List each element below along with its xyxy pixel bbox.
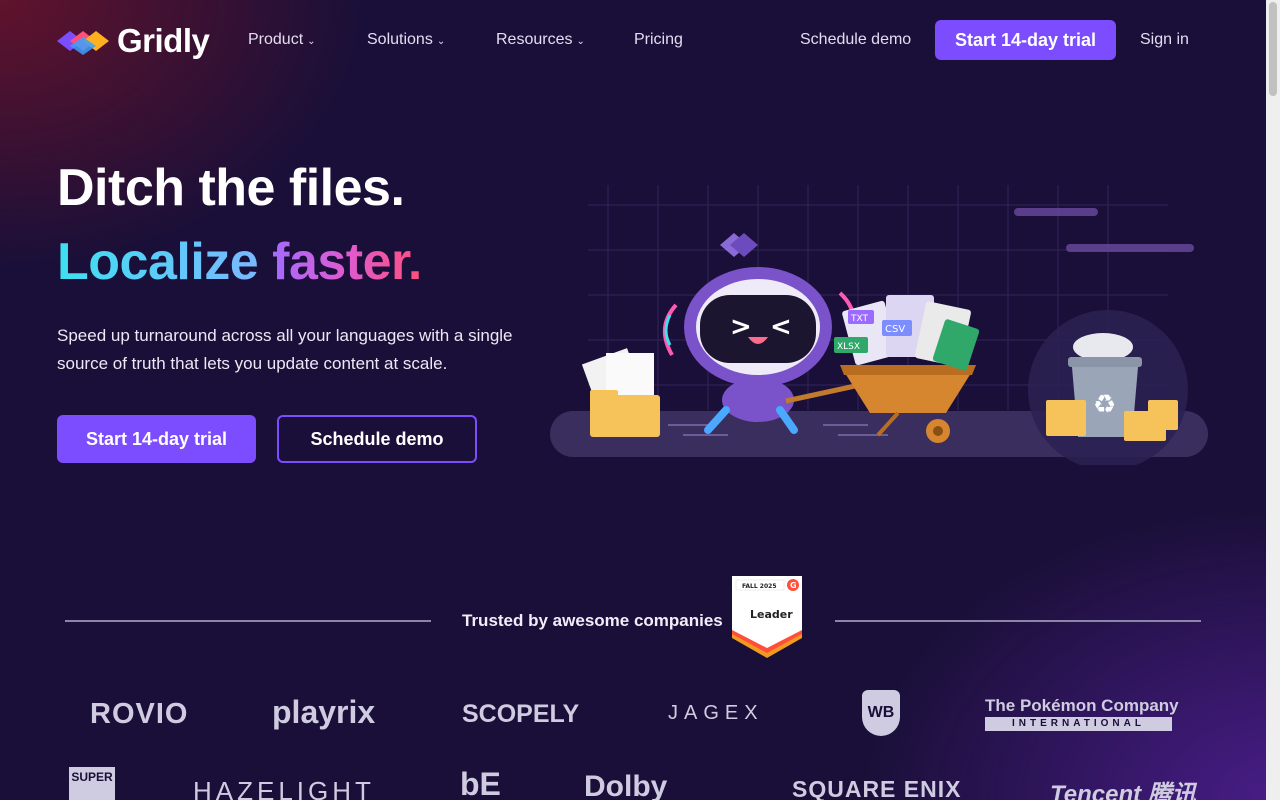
svg-text:<: <: [770, 312, 792, 342]
nav-solutions[interactable]: Solutions ⌄: [367, 31, 445, 49]
badge-season: FALL 2025: [742, 583, 777, 590]
divider-left: [65, 620, 431, 622]
nav-schedule-demo-link[interactable]: Schedule demo: [800, 31, 911, 49]
top-nav: Gridly Product ⌄ Solutions ⌄ Resources ⌄…: [0, 0, 1266, 80]
square-enix-logo: SQUARE ENIX: [792, 776, 962, 800]
scrollbar-thumb[interactable]: [1269, 2, 1277, 96]
nav-product[interactable]: Product ⌄: [248, 31, 316, 49]
supercell-logo: SUPER: [69, 767, 115, 800]
hero-heading-localize: Localize: [57, 233, 259, 291]
nav-product-label: Product: [248, 31, 304, 48]
divider-right: [835, 620, 1201, 622]
nav-resources[interactable]: Resources ⌄: [496, 31, 585, 49]
nav-resources-label: Resources: [496, 31, 573, 48]
tencent-logo: Tencent 腾讯: [1050, 781, 1196, 800]
file-label-txt: TXT: [850, 314, 869, 324]
hero-heading-line2: Localize faster.: [57, 232, 422, 292]
hazelight-logo: HAZELIGHT: [193, 776, 375, 800]
hero-subtitle: Speed up turnaround across all your lang…: [57, 326, 513, 373]
hero-schedule-demo-button[interactable]: Schedule demo: [277, 415, 477, 463]
hero-heading-faster: faster.: [272, 233, 422, 291]
jagex-logo: JAGEX: [668, 702, 764, 724]
pokemon-company-logo: The Pokémon Company: [985, 696, 1179, 715]
chevron-down-icon: ⌄: [576, 35, 585, 47]
page-scrollbar[interactable]: [1266, 0, 1280, 800]
nav-start-trial-button[interactable]: Start 14-day trial: [935, 20, 1116, 60]
gridly-logo[interactable]: Gridly: [57, 22, 210, 60]
rovio-logo: ROVIO: [90, 698, 189, 730]
nav-pricing-label: Pricing: [634, 31, 683, 48]
hero-start-trial-button[interactable]: Start 14-day trial: [57, 415, 256, 463]
nav-solutions-label: Solutions: [367, 31, 433, 48]
file-label-csv: CSV: [885, 324, 905, 335]
gridly-logo-icon: [57, 31, 109, 55]
dolby-logo: Dolby: [584, 770, 668, 800]
svg-text:♻: ♻: [1093, 390, 1116, 420]
trusted-heading: Trusted by awesome companies: [462, 611, 723, 630]
scopely-logo: SCOPELY: [462, 700, 580, 728]
chevron-down-icon: ⌄: [307, 35, 316, 47]
warner-bros-logo: WB: [862, 690, 900, 736]
g2-leader-badge: FALL 2025 G Leader: [732, 576, 802, 658]
be-logo: bE: [460, 766, 501, 800]
nav-pricing[interactable]: Pricing: [634, 31, 683, 49]
brand-name: Gridly: [117, 22, 210, 59]
playrix-logo: playrix: [272, 694, 376, 730]
pokemon-company-subtitle: INTERNATIONAL: [985, 717, 1172, 731]
badge-brand: G: [790, 581, 797, 590]
nav-sign-in-link[interactable]: Sign in: [1140, 31, 1189, 49]
hero-heading-line1: Ditch the files.: [57, 159, 405, 217]
hero-illustration: > < TXT CSV XLSX ♻: [550, 185, 1208, 465]
chevron-down-icon: ⌄: [436, 35, 446, 47]
badge-title: Leader: [750, 608, 793, 621]
file-label-xlsx: XLSX: [837, 342, 860, 352]
